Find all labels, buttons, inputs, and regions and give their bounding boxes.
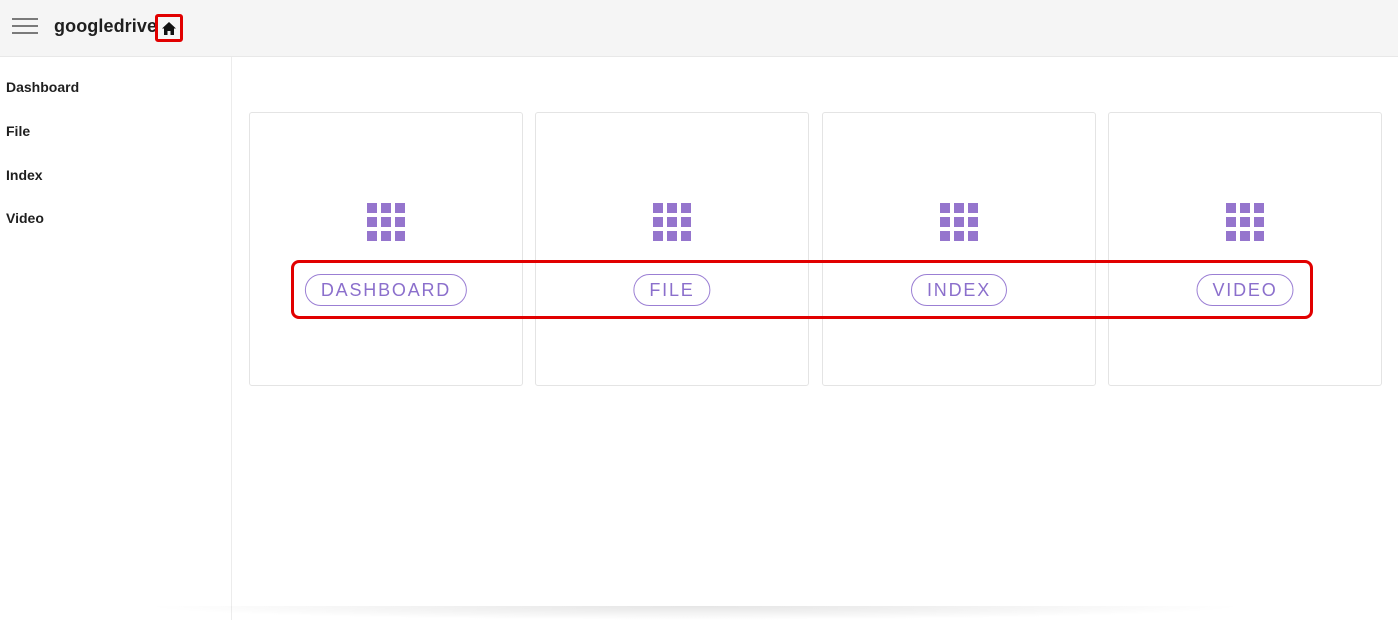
sidebar-item-video[interactable]: Video bbox=[6, 210, 44, 226]
sidebar: Dashboard File Index Video bbox=[0, 57, 232, 620]
dashboard-button[interactable]: DASHBOARD bbox=[304, 274, 468, 306]
hamburger-menu-icon[interactable] bbox=[12, 17, 40, 35]
file-button[interactable]: FILE bbox=[633, 274, 711, 306]
sidebar-item-file[interactable]: File bbox=[6, 123, 30, 139]
card-video: VIDEO bbox=[1108, 112, 1382, 386]
home-icon bbox=[162, 21, 176, 35]
top-app-bar: googledrive bbox=[0, 0, 1398, 57]
app-title: googledrive bbox=[54, 16, 158, 36]
apps-grid-icon bbox=[1226, 203, 1264, 241]
home-button[interactable] bbox=[155, 14, 183, 42]
card-dashboard: DASHBOARD bbox=[249, 112, 523, 386]
bottom-shadow bbox=[140, 606, 1250, 620]
sidebar-item-dashboard[interactable]: Dashboard bbox=[6, 79, 79, 95]
apps-grid-icon bbox=[940, 203, 978, 241]
apps-grid-icon bbox=[653, 203, 691, 241]
video-button[interactable]: VIDEO bbox=[1196, 274, 1294, 306]
index-button[interactable]: INDEX bbox=[910, 274, 1008, 306]
card-file: FILE bbox=[535, 112, 809, 386]
card-index: INDEX bbox=[822, 112, 1096, 386]
apps-grid-icon bbox=[367, 203, 405, 241]
sidebar-item-index[interactable]: Index bbox=[6, 167, 43, 183]
